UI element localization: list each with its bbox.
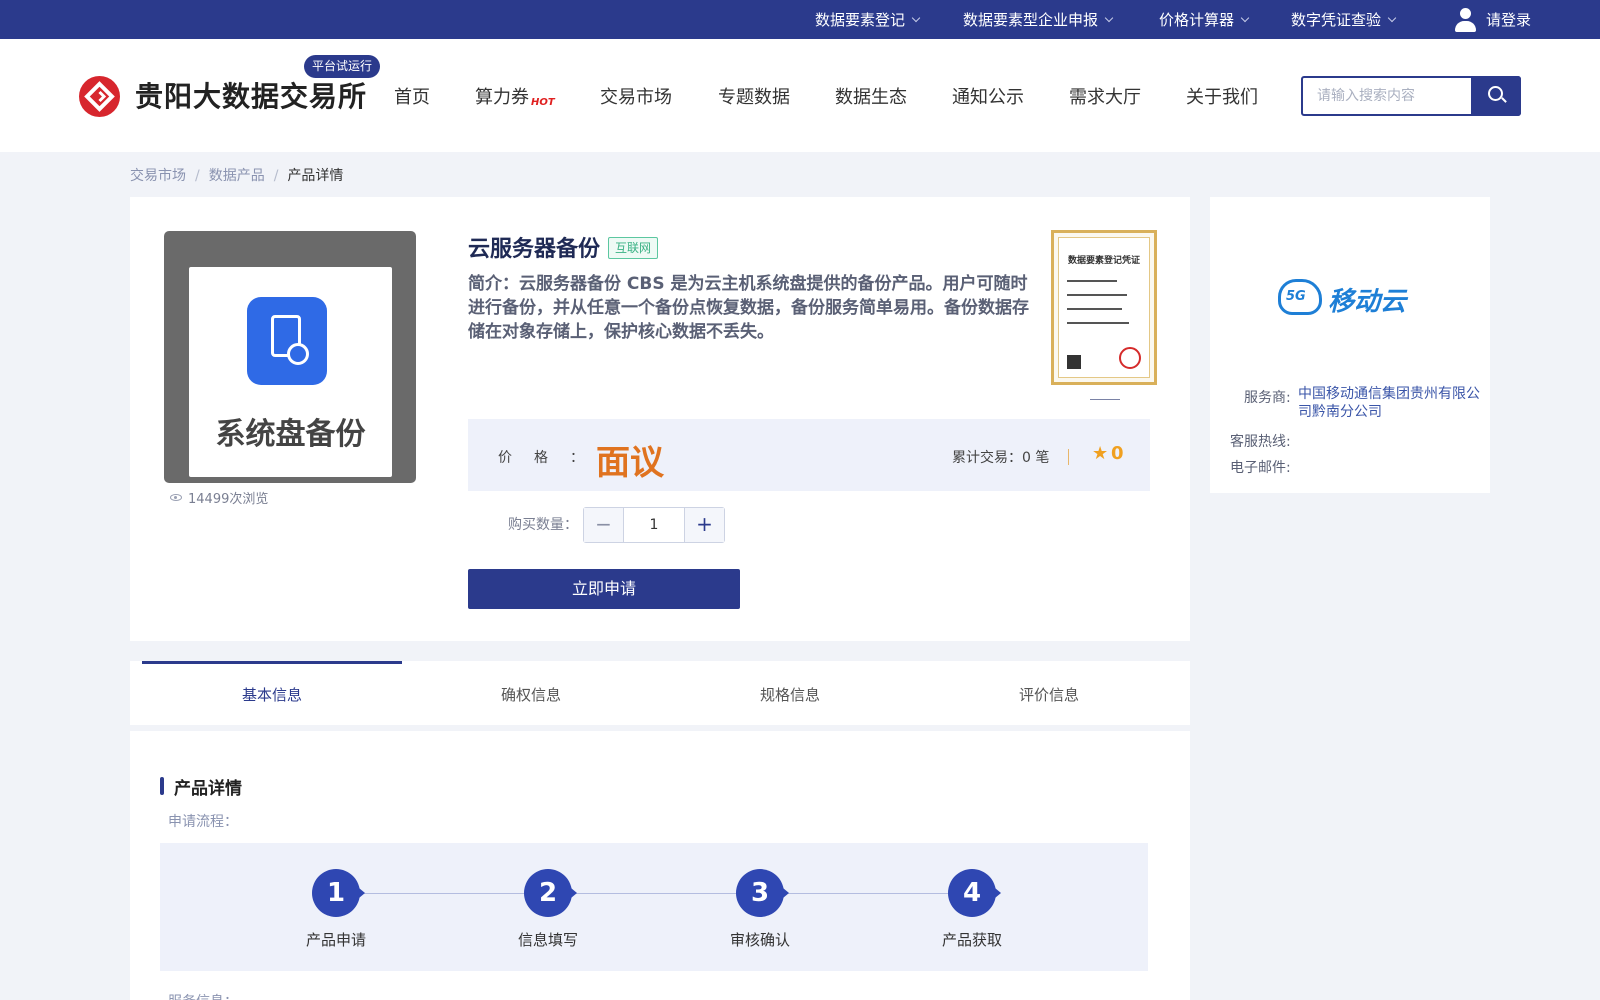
qr-code-icon bbox=[1067, 355, 1081, 369]
search-button[interactable] bbox=[1471, 76, 1521, 116]
registration-certificate[interactable]: 数据要素登记凭证 bbox=[1051, 230, 1157, 385]
rating-value: 0 bbox=[1111, 443, 1124, 464]
step-label: 信息填写 bbox=[517, 931, 578, 949]
provider-brand-name: 移动云 bbox=[1328, 287, 1407, 317]
flow-step: 4 产品获取 bbox=[912, 869, 1032, 959]
top-bar: 数据要素登记 数据要素型企业申报 价格计算器 数字凭证查验 请登录 bbox=[0, 0, 1600, 39]
quantity-label: 购买数量： bbox=[508, 517, 578, 533]
topbar-link-credential-check[interactable]: 数字凭证查验 bbox=[1291, 0, 1397, 39]
nav-compute-voucher[interactable]: 算力券 HOT bbox=[475, 83, 555, 109]
step-number: 2 bbox=[524, 869, 577, 917]
step-number: 3 bbox=[736, 869, 789, 917]
quantity-increment-button[interactable]: + bbox=[684, 508, 724, 542]
hotline-label: 客服热线: bbox=[1230, 434, 1291, 450]
product-card: 系统盘备份 14499次浏览 云服务器备份 互联网 简介：云服务器备份 CBS … bbox=[130, 197, 1190, 641]
search-input[interactable] bbox=[1303, 78, 1473, 114]
provider-card: 5G 移动云 服务商: 中国移动通信集团贵州有限公司黔南分公司 客服热线: 电子… bbox=[1210, 197, 1490, 493]
chevron-down-icon bbox=[911, 13, 921, 22]
product-description: 简介：云服务器备份 CBS 是为云主机系统盘提供的备份产品。用户可随时进行备份，… bbox=[468, 274, 1029, 342]
provider-label: 服务商: bbox=[1244, 390, 1291, 406]
application-flow: 1 产品申请 2 信息填写 3 审核确认 4 产品获取 bbox=[160, 843, 1148, 971]
detail-tabs: 基本信息 确权信息 规格信息 评价信息 bbox=[130, 661, 1190, 725]
step-number: 1 bbox=[312, 869, 365, 917]
step-number: 4 bbox=[948, 869, 1001, 917]
tab-basic-info[interactable]: 基本信息 bbox=[142, 661, 402, 725]
provider-logo: 5G 移动云 bbox=[1278, 277, 1428, 321]
breadcrumb-data-products[interactable]: 数据产品 bbox=[209, 168, 265, 184]
product-image-caption: 系统盘备份 bbox=[215, 417, 366, 452]
tab-review-info[interactable]: 评价信息 bbox=[919, 661, 1179, 725]
certificate-title: 数据要素登记凭证 bbox=[1067, 256, 1140, 266]
nav-demand-hall[interactable]: 需求大厅 bbox=[1069, 83, 1141, 109]
step-label: 产品申请 bbox=[305, 931, 366, 949]
logo-icon[interactable] bbox=[79, 76, 120, 117]
topbar-link-price-calculator[interactable]: 价格计算器 bbox=[1159, 0, 1250, 39]
chevron-down-icon bbox=[1240, 13, 1250, 22]
product-title: 云服务器备份 bbox=[468, 237, 601, 262]
topbar-link-data-registration[interactable]: 数据要素登记 bbox=[815, 0, 921, 39]
beta-badge: 平台试运行 bbox=[304, 55, 381, 78]
flow-step: 1 产品申请 bbox=[276, 869, 396, 959]
chevron-down-icon bbox=[1387, 13, 1397, 22]
topbar-link-enterprise-declaration[interactable]: 数据要素型企业申报 bbox=[963, 0, 1114, 39]
backup-icon bbox=[247, 297, 327, 385]
flow-step: 2 信息填写 bbox=[488, 869, 608, 959]
seal-icon bbox=[1119, 347, 1141, 369]
site-name[interactable]: 贵阳大数据交易所 bbox=[135, 75, 367, 115]
eye-icon bbox=[170, 494, 182, 501]
provider-name[interactable]: 中国移动通信集团贵州有限公司黔南分公司 bbox=[1298, 385, 1483, 421]
flow-label: 申请流程： bbox=[168, 814, 238, 830]
nav-trading-market[interactable]: 交易市场 bbox=[600, 83, 672, 109]
login-link[interactable]: 请登录 bbox=[1454, 0, 1531, 39]
main-header: 贵阳大数据交易所 平台试运行 首页 算力券 HOT 交易市场 专题数据 数据生态 … bbox=[0, 39, 1600, 152]
nav-topic-data[interactable]: 专题数据 bbox=[718, 83, 790, 109]
price-bar: 价格： 面议 累计交易：0 笔 ★ 0 bbox=[468, 419, 1150, 491]
category-tag: 互联网 bbox=[608, 237, 659, 259]
trade-count: 累计交易：0 笔 bbox=[952, 450, 1050, 466]
product-image: 系统盘备份 bbox=[164, 231, 416, 483]
chevron-down-icon bbox=[1104, 13, 1114, 22]
product-detail-section: 产品详情 申请流程： 1 产品申请 2 信息填写 3 审核确认 4 产品获取 服… bbox=[130, 731, 1190, 1000]
email-label: 电子邮件: bbox=[1230, 460, 1291, 476]
nav-notices[interactable]: 通知公示 bbox=[952, 83, 1024, 109]
section-title: 产品详情 bbox=[160, 774, 242, 799]
price-label: 价格： bbox=[498, 450, 606, 466]
flow-step: 3 审核确认 bbox=[700, 869, 820, 959]
step-label: 审核确认 bbox=[729, 931, 790, 949]
breadcrumb-trading-market[interactable]: 交易市场 bbox=[130, 168, 186, 184]
tab-ownership-info[interactable]: 确权信息 bbox=[401, 661, 661, 725]
view-count: 14499次浏览 bbox=[170, 488, 268, 507]
tab-spec-info[interactable]: 规格信息 bbox=[660, 661, 920, 725]
star-icon: ★ bbox=[1092, 443, 1109, 464]
step-label: 产品获取 bbox=[941, 931, 1002, 949]
quantity-stepper: − 1 + bbox=[583, 507, 725, 543]
hot-badge: HOT bbox=[531, 97, 555, 108]
search-box bbox=[1301, 76, 1521, 116]
price-value: 面议 bbox=[596, 443, 664, 483]
service-info-label: 服务信息： bbox=[168, 991, 238, 1000]
breadcrumb-current: 产品详情 bbox=[287, 168, 344, 184]
breadcrumb: 交易市场 / 数据产品 / 产品详情 bbox=[130, 168, 344, 184]
nav-data-ecosystem[interactable]: 数据生态 bbox=[835, 83, 907, 109]
quantity-decrement-button[interactable]: − bbox=[584, 508, 624, 542]
quantity-input[interactable]: 1 bbox=[624, 508, 684, 542]
nav-home[interactable]: 首页 bbox=[394, 83, 430, 109]
apply-now-button[interactable]: 立即申请 bbox=[468, 569, 740, 609]
nav-about-us[interactable]: 关于我们 bbox=[1186, 83, 1258, 109]
user-icon bbox=[1454, 7, 1476, 32]
